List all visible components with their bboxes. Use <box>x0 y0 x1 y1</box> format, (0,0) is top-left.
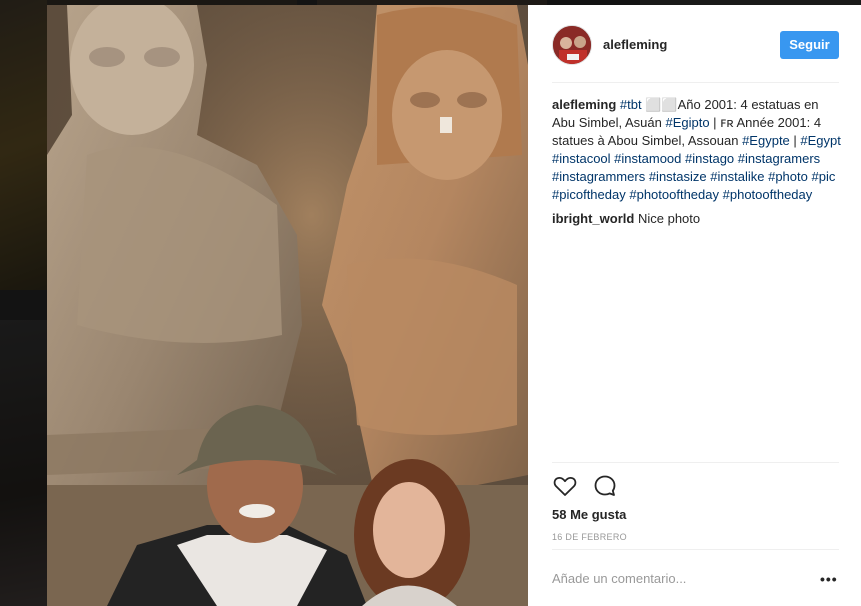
hashtag-link[interactable]: #instagramers <box>738 151 820 166</box>
divider <box>552 462 839 463</box>
hashtag-link[interactable]: #instamood <box>614 151 681 166</box>
photo-image <box>47 5 528 606</box>
heart-icon[interactable] <box>552 473 578 499</box>
divider <box>552 82 839 83</box>
hashtag-link[interactable]: #Egypt <box>800 133 840 148</box>
hashtag-link[interactable]: #tbt <box>620 97 642 112</box>
hashtag-link[interactable]: #instacool <box>552 151 611 166</box>
caption-username[interactable]: alefleming <box>552 97 616 112</box>
hashtag-link[interactable]: #photooftheday <box>629 187 719 202</box>
comment-item: ibright_world Nice photo <box>552 210 844 228</box>
add-comment-input[interactable] <box>552 569 812 587</box>
ellipsis-icon[interactable]: ••• <box>820 571 838 587</box>
hashtag-link[interactable]: #picoftheday <box>552 187 626 202</box>
hashtag-link[interactable]: #Egipto <box>665 115 709 130</box>
post-date[interactable]: 16 DE FEBRERO <box>552 532 627 542</box>
hashtag-link[interactable]: #instago <box>685 151 734 166</box>
hashtag-link[interactable]: #pic <box>811 169 835 184</box>
hashtag-link[interactable]: #instasize <box>649 169 707 184</box>
avatar-image <box>553 26 591 64</box>
avatar[interactable] <box>552 25 592 65</box>
comments-section: alefleming #tbt ⬜⬜Año 2001: 4 estatuas e… <box>552 96 844 228</box>
caption-text: #tbt ⬜⬜Año 2001: 4 estatuas en Abu Simbe… <box>552 97 841 202</box>
comment-bubble-icon[interactable] <box>592 473 618 499</box>
post-header: alefleming Seguir <box>528 5 861 83</box>
likes-count[interactable]: 58 Me gusta <box>552 507 626 522</box>
caption-segment: | <box>789 133 801 148</box>
hashtag-link[interactable]: #photo <box>768 169 808 184</box>
post-username[interactable]: alefleming <box>603 37 667 52</box>
comment-text: Nice photo <box>637 211 701 226</box>
hashtag-link[interactable]: #instalike <box>710 169 764 184</box>
hashtag-link[interactable]: #Egypte <box>742 133 790 148</box>
hashtag-link[interactable]: #instagrammers <box>552 169 645 184</box>
follow-button[interactable]: Seguir <box>780 31 839 59</box>
post-caption: alefleming #tbt ⬜⬜Año 2001: 4 estatuas e… <box>552 96 844 204</box>
post-photo[interactable] <box>47 5 528 606</box>
hashtag-link[interactable]: #photooftheday <box>723 187 813 202</box>
post-side-panel: alefleming Seguir alefleming #tbt ⬜⬜Año … <box>528 5 861 606</box>
divider <box>552 549 839 550</box>
comment-username[interactable]: ibright_world <box>552 211 634 226</box>
